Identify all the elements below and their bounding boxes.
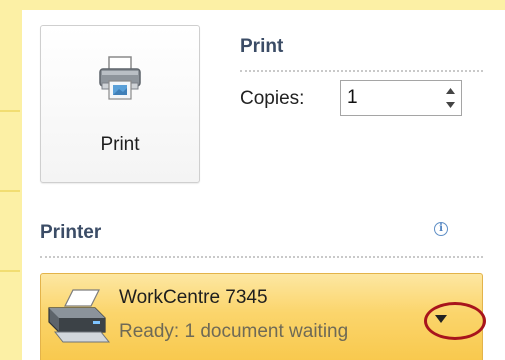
frame-stripe — [0, 190, 20, 192]
frame-stripe — [0, 110, 20, 112]
copies-decrement-button[interactable] — [443, 99, 457, 111]
triangle-down-icon — [445, 102, 455, 108]
printer-dropdown[interactable]: WorkCentre 7345 Ready: 1 document waitin… — [40, 273, 483, 360]
printer-device-icon — [48, 289, 111, 343]
printer-name: WorkCentre 7345 — [119, 287, 268, 308]
triangle-up-icon — [445, 88, 455, 94]
copies-label: Copies: — [240, 88, 305, 109]
print-section-title: Print — [240, 36, 284, 57]
info-icon[interactable]: i — [434, 222, 448, 236]
printer-icon — [99, 56, 141, 100]
copies-spinner — [340, 80, 462, 116]
printer-section-title: Printer — [40, 222, 102, 243]
frame-stripe — [0, 270, 20, 272]
printer-status: Ready: 1 document waiting — [119, 321, 349, 342]
copies-increment-button[interactable] — [443, 85, 457, 97]
print-button-label: Print — [100, 134, 140, 155]
print-button[interactable]: Print — [40, 25, 200, 183]
copies-input[interactable] — [341, 81, 441, 115]
section-divider — [240, 70, 483, 72]
section-divider — [40, 256, 483, 258]
highlight-circle — [424, 302, 486, 340]
